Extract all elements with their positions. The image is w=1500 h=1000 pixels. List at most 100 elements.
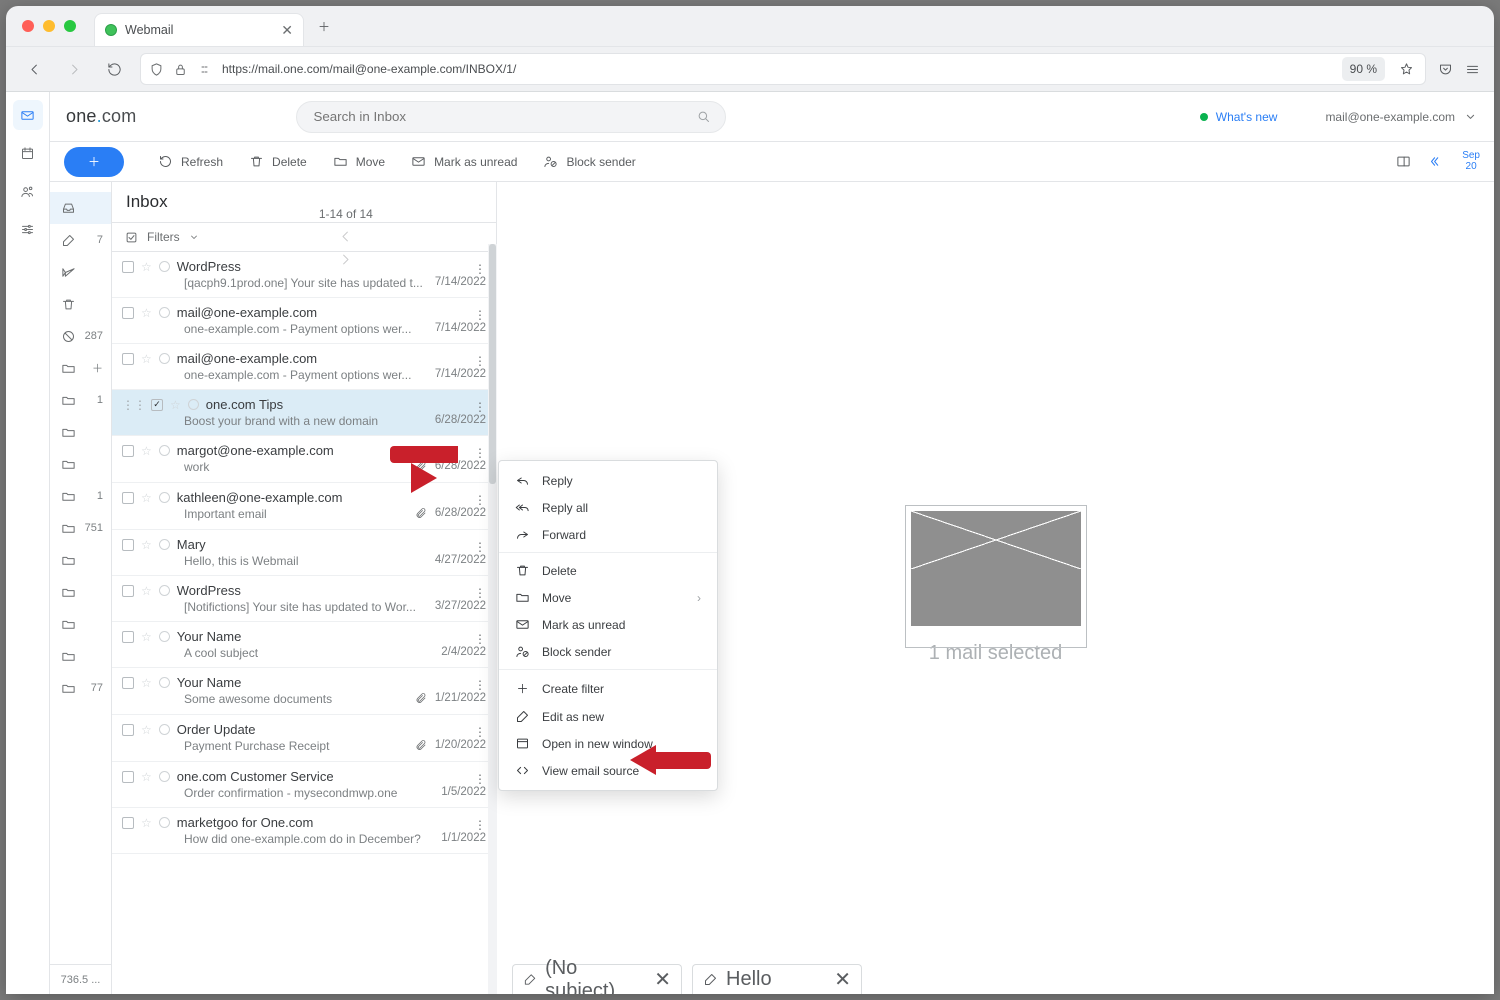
message-row[interactable]: ☆MaryHello, this is Webmail4/27/2022⋮ bbox=[112, 530, 496, 576]
block-sender-button[interactable]: Block sender bbox=[533, 147, 645, 177]
whats-new-link[interactable]: What's new bbox=[1200, 110, 1278, 124]
row-checkbox[interactable] bbox=[122, 307, 134, 319]
row-checkbox[interactable] bbox=[122, 492, 134, 504]
row-checkbox[interactable] bbox=[122, 724, 134, 736]
bookmark-star-icon[interactable] bbox=[1399, 62, 1414, 77]
folder-f5[interactable]: 1 bbox=[50, 480, 111, 512]
message-row[interactable]: ☆one.com Customer ServiceOrder confirmat… bbox=[112, 762, 496, 808]
row-checkbox[interactable] bbox=[122, 771, 134, 783]
traffic-close[interactable] bbox=[22, 20, 34, 32]
read-status-icon[interactable] bbox=[159, 677, 170, 688]
zoom-chip[interactable]: 90 % bbox=[1342, 57, 1385, 81]
compose-bar-b[interactable]: Hello ✕ bbox=[692, 964, 862, 994]
message-row[interactable]: ☆mail@one-example.comone-example.com - P… bbox=[112, 344, 496, 390]
star-icon[interactable]: ☆ bbox=[141, 676, 152, 690]
row-checkbox[interactable] bbox=[122, 677, 134, 689]
read-status-icon[interactable] bbox=[159, 771, 170, 782]
star-icon[interactable]: ☆ bbox=[141, 260, 152, 274]
ctx-edit-new[interactable]: Edit as new bbox=[499, 703, 717, 730]
search-field[interactable] bbox=[311, 108, 688, 125]
row-actions-icon[interactable]: ⋮ bbox=[474, 493, 486, 507]
folder-spam[interactable]: 287 bbox=[50, 320, 111, 352]
row-actions-icon[interactable]: ⋮ bbox=[474, 772, 486, 786]
rail-contacts-icon[interactable] bbox=[13, 176, 43, 206]
row-checkbox[interactable] bbox=[122, 817, 134, 829]
folder-drafts[interactable]: 7 bbox=[50, 224, 111, 256]
row-checkbox[interactable] bbox=[122, 445, 134, 457]
rail-settings-icon[interactable] bbox=[13, 214, 43, 244]
read-status-icon[interactable] bbox=[159, 585, 170, 596]
ctx-forward[interactable]: Forward bbox=[499, 521, 717, 548]
row-actions-icon[interactable]: ⋮ bbox=[474, 725, 486, 739]
folder-f9[interactable] bbox=[50, 608, 111, 640]
ctx-delete[interactable]: Delete bbox=[499, 557, 717, 584]
row-actions-icon[interactable]: ⋮ bbox=[474, 818, 486, 832]
read-status-icon[interactable] bbox=[159, 631, 170, 642]
folder-inbox[interactable] bbox=[50, 192, 111, 224]
nav-back-icon[interactable] bbox=[20, 55, 48, 83]
close-icon[interactable]: ✕ bbox=[834, 967, 851, 992]
refresh-button[interactable]: Refresh bbox=[148, 147, 233, 177]
star-icon[interactable]: ☆ bbox=[141, 306, 152, 320]
ctx-move[interactable]: Move› bbox=[499, 584, 717, 611]
star-icon[interactable]: ☆ bbox=[141, 584, 152, 598]
url-field[interactable]: https://mail.one.com/mail@one-example.co… bbox=[140, 53, 1426, 85]
search-input[interactable] bbox=[296, 101, 726, 133]
scrollbar[interactable] bbox=[488, 244, 497, 994]
row-checkbox[interactable] bbox=[122, 631, 134, 643]
compose-button[interactable]: ＋ bbox=[64, 147, 124, 177]
row-actions-icon[interactable]: ⋮ bbox=[474, 354, 486, 368]
folder-f10[interactable] bbox=[50, 640, 111, 672]
select-all-icon[interactable] bbox=[124, 230, 139, 245]
row-actions-icon[interactable]: ⋮ bbox=[474, 400, 486, 414]
message-row[interactable]: ☆Your NameA cool subject2/4/2022⋮ bbox=[112, 622, 496, 668]
close-icon[interactable]: ✕ bbox=[654, 967, 671, 992]
tab-close-icon[interactable]: ✕ bbox=[281, 22, 293, 39]
star-icon[interactable]: ☆ bbox=[141, 770, 152, 784]
row-actions-icon[interactable]: ⋮ bbox=[474, 632, 486, 646]
read-status-icon[interactable] bbox=[159, 307, 170, 318]
star-icon[interactable]: ☆ bbox=[141, 816, 152, 830]
date-widget[interactable]: Sep20 bbox=[1462, 151, 1480, 172]
filters-label[interactable]: Filters bbox=[147, 230, 180, 244]
read-status-icon[interactable] bbox=[188, 399, 199, 410]
row-actions-icon[interactable]: ⋮ bbox=[474, 446, 486, 460]
folder-f7[interactable] bbox=[50, 544, 111, 576]
ctx-reply[interactable]: Reply bbox=[499, 467, 717, 494]
nav-reload-icon[interactable] bbox=[100, 55, 128, 83]
account-menu[interactable]: mail@one-example.com bbox=[1325, 109, 1478, 124]
hamburger-icon[interactable] bbox=[1465, 62, 1480, 77]
rail-mail-icon[interactable] bbox=[13, 100, 43, 130]
read-status-icon[interactable] bbox=[159, 539, 170, 550]
star-icon[interactable]: ☆ bbox=[141, 630, 152, 644]
row-actions-icon[interactable]: ⋮ bbox=[474, 678, 486, 692]
compose-bar-a[interactable]: (No subject) ✕ bbox=[512, 964, 682, 994]
pocket-icon[interactable] bbox=[1438, 62, 1453, 77]
folder-add[interactable]: ＋ bbox=[50, 352, 111, 384]
ctx-mark-unread[interactable]: Mark as unread bbox=[499, 611, 717, 638]
browser-tab[interactable]: Webmail ✕ bbox=[94, 13, 304, 46]
page-prev-icon[interactable] bbox=[338, 229, 353, 244]
row-checkbox[interactable] bbox=[122, 539, 134, 551]
row-checkbox[interactable] bbox=[122, 585, 134, 597]
row-checkbox[interactable] bbox=[122, 353, 134, 365]
message-row[interactable]: ☆WordPress[Notifictions] Your site has u… bbox=[112, 576, 496, 622]
read-status-icon[interactable] bbox=[159, 261, 170, 272]
star-icon[interactable]: ☆ bbox=[141, 538, 152, 552]
folder-f6[interactable]: 751 bbox=[50, 512, 111, 544]
traffic-min[interactable] bbox=[43, 20, 55, 32]
folder-f2[interactable]: 1 bbox=[50, 384, 111, 416]
row-actions-icon[interactable]: ⋮ bbox=[474, 262, 486, 276]
folder-f8[interactable] bbox=[50, 576, 111, 608]
rail-calendar-icon[interactable] bbox=[13, 138, 43, 168]
new-tab-button[interactable]: ＋ bbox=[310, 12, 338, 40]
mark-unread-button[interactable]: Mark as unread bbox=[401, 147, 527, 177]
message-row[interactable]: ☆Your NameSome awesome documents1/21/202… bbox=[112, 668, 496, 715]
star-icon[interactable]: ☆ bbox=[141, 352, 152, 366]
row-actions-icon[interactable]: ⋮ bbox=[474, 586, 486, 600]
folder-trash[interactable] bbox=[50, 288, 111, 320]
reading-pane-icon[interactable] bbox=[1396, 154, 1411, 169]
star-icon[interactable]: ☆ bbox=[141, 491, 152, 505]
move-button[interactable]: Move bbox=[323, 147, 395, 177]
row-actions-icon[interactable]: ⋮ bbox=[474, 540, 486, 554]
